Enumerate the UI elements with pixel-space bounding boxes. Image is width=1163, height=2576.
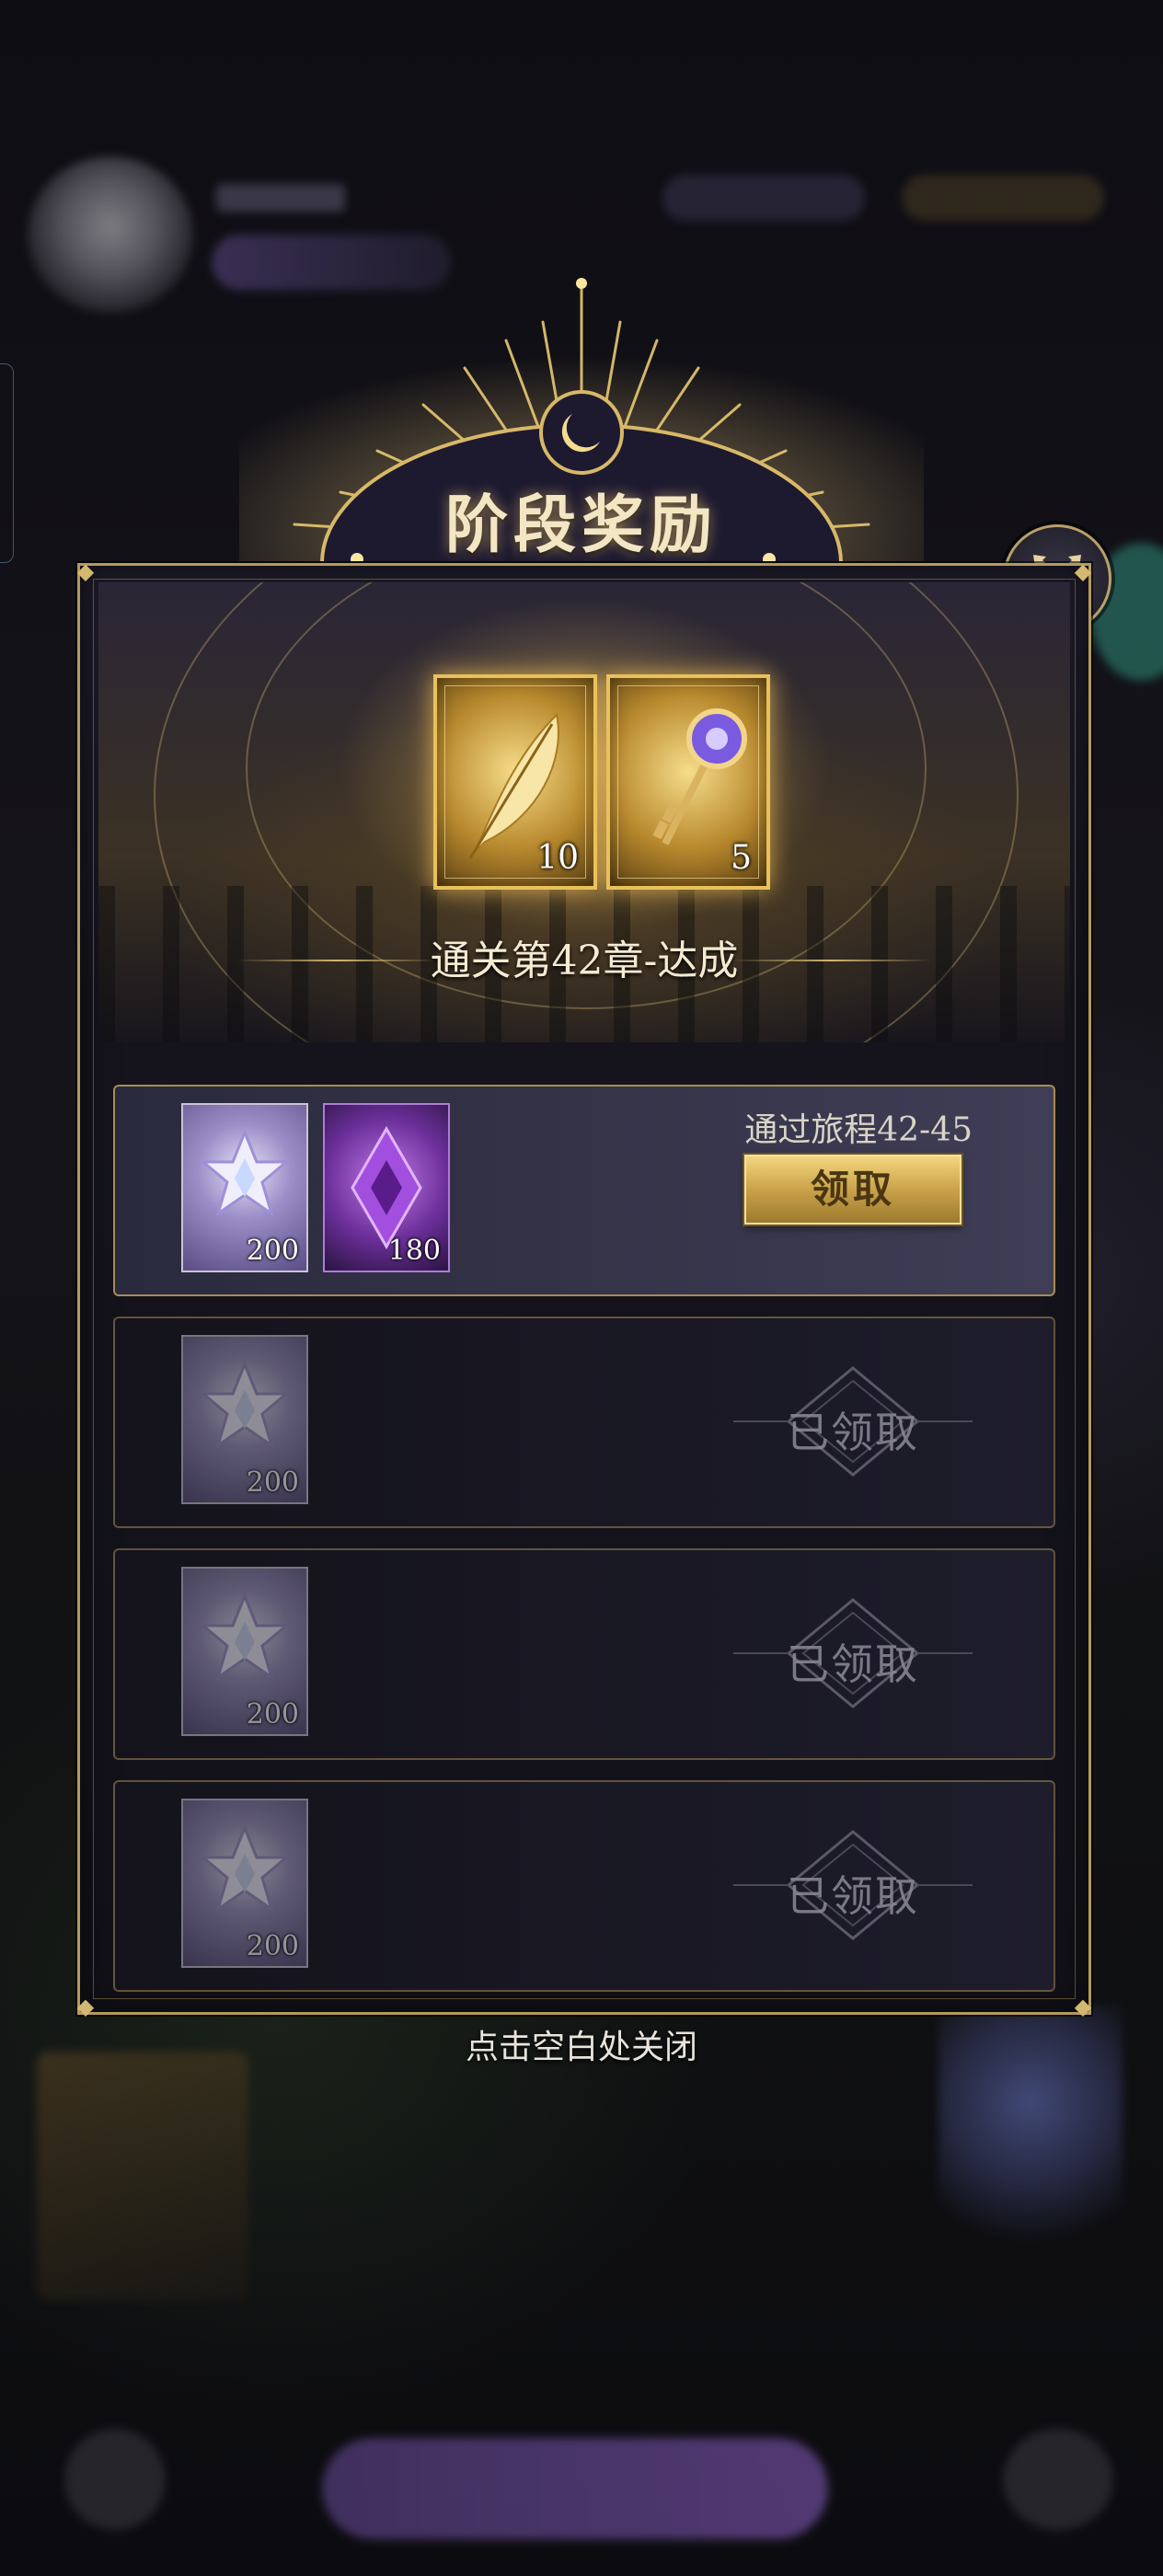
claimed-label: 已领取 xyxy=(787,1871,919,1921)
currency-gem-bar xyxy=(662,175,865,221)
item-count: 200 xyxy=(246,1466,299,1499)
background-nav-right xyxy=(1003,2429,1113,2530)
reward-row: 200 已领取 xyxy=(113,1317,1055,1528)
item-count: 200 xyxy=(246,1698,299,1731)
reward-item[interactable]: 200 xyxy=(181,1567,308,1736)
currency-gold-bar xyxy=(902,175,1104,221)
reward-item[interactable]: 180 xyxy=(323,1103,450,1272)
background-nav-left xyxy=(64,2429,166,2530)
side-edge-tab xyxy=(0,363,14,563)
panel-corner-ornament: ◆ xyxy=(1074,558,1092,584)
reward-count: 5 xyxy=(731,839,752,877)
reward-item[interactable]: 200 xyxy=(181,1335,308,1504)
player-name-placeholder xyxy=(216,184,345,212)
item-count: 200 xyxy=(246,1235,299,1267)
panel-corner-ornament: ◆ xyxy=(76,558,95,584)
claimed-label: 已领取 xyxy=(787,1408,919,1457)
milestone-status-text: 通关第42章-达成 xyxy=(430,937,739,984)
player-avatar xyxy=(28,156,193,313)
modal-header: 阶段奖励 xyxy=(239,267,924,562)
dismiss-hint[interactable]: 点击空白处关闭 xyxy=(0,2020,1163,2068)
milestone-banner: 10 5 通关第42章-达成 xyxy=(98,582,1070,1042)
background-challenge-button xyxy=(322,2438,828,2539)
panel-corner-ornament: ◆ xyxy=(1074,1994,1092,2019)
milestone-reward-key[interactable]: 5 xyxy=(606,674,770,890)
row-condition-text: 通过旅程42-45 xyxy=(744,1111,973,1149)
reward-count: 10 xyxy=(536,839,579,877)
claimed-stamp: 已领取 xyxy=(733,1364,973,1478)
claimed-label: 已领取 xyxy=(787,1639,919,1689)
reward-row: 200 已领取 xyxy=(113,1548,1055,1760)
item-count: 200 xyxy=(246,1930,299,1962)
background-event-card xyxy=(37,2052,248,2300)
claimed-stamp: 已领取 xyxy=(733,1828,973,1942)
reward-item[interactable]: 200 xyxy=(181,1799,308,1968)
stage-reward-panel: ◆ ◆ ◆ ◆ 10 5 通关第42章-达成 200 180 通过旅程42-45… xyxy=(76,558,1092,2019)
milestone-reward-feather[interactable]: 10 xyxy=(433,674,597,890)
reward-item[interactable]: 200 xyxy=(181,1103,308,1272)
claim-button[interactable]: 领取 xyxy=(744,1155,961,1225)
panel-corner-ornament: ◆ xyxy=(76,1994,95,2019)
item-count: 180 xyxy=(387,1235,441,1267)
reward-row: 200 已领取 xyxy=(113,1780,1055,1992)
modal-title: 阶段奖励 xyxy=(444,489,718,562)
reward-row: 200 180 通过旅程42-45 领取 xyxy=(113,1085,1055,1296)
claimed-stamp: 已领取 xyxy=(733,1596,973,1710)
